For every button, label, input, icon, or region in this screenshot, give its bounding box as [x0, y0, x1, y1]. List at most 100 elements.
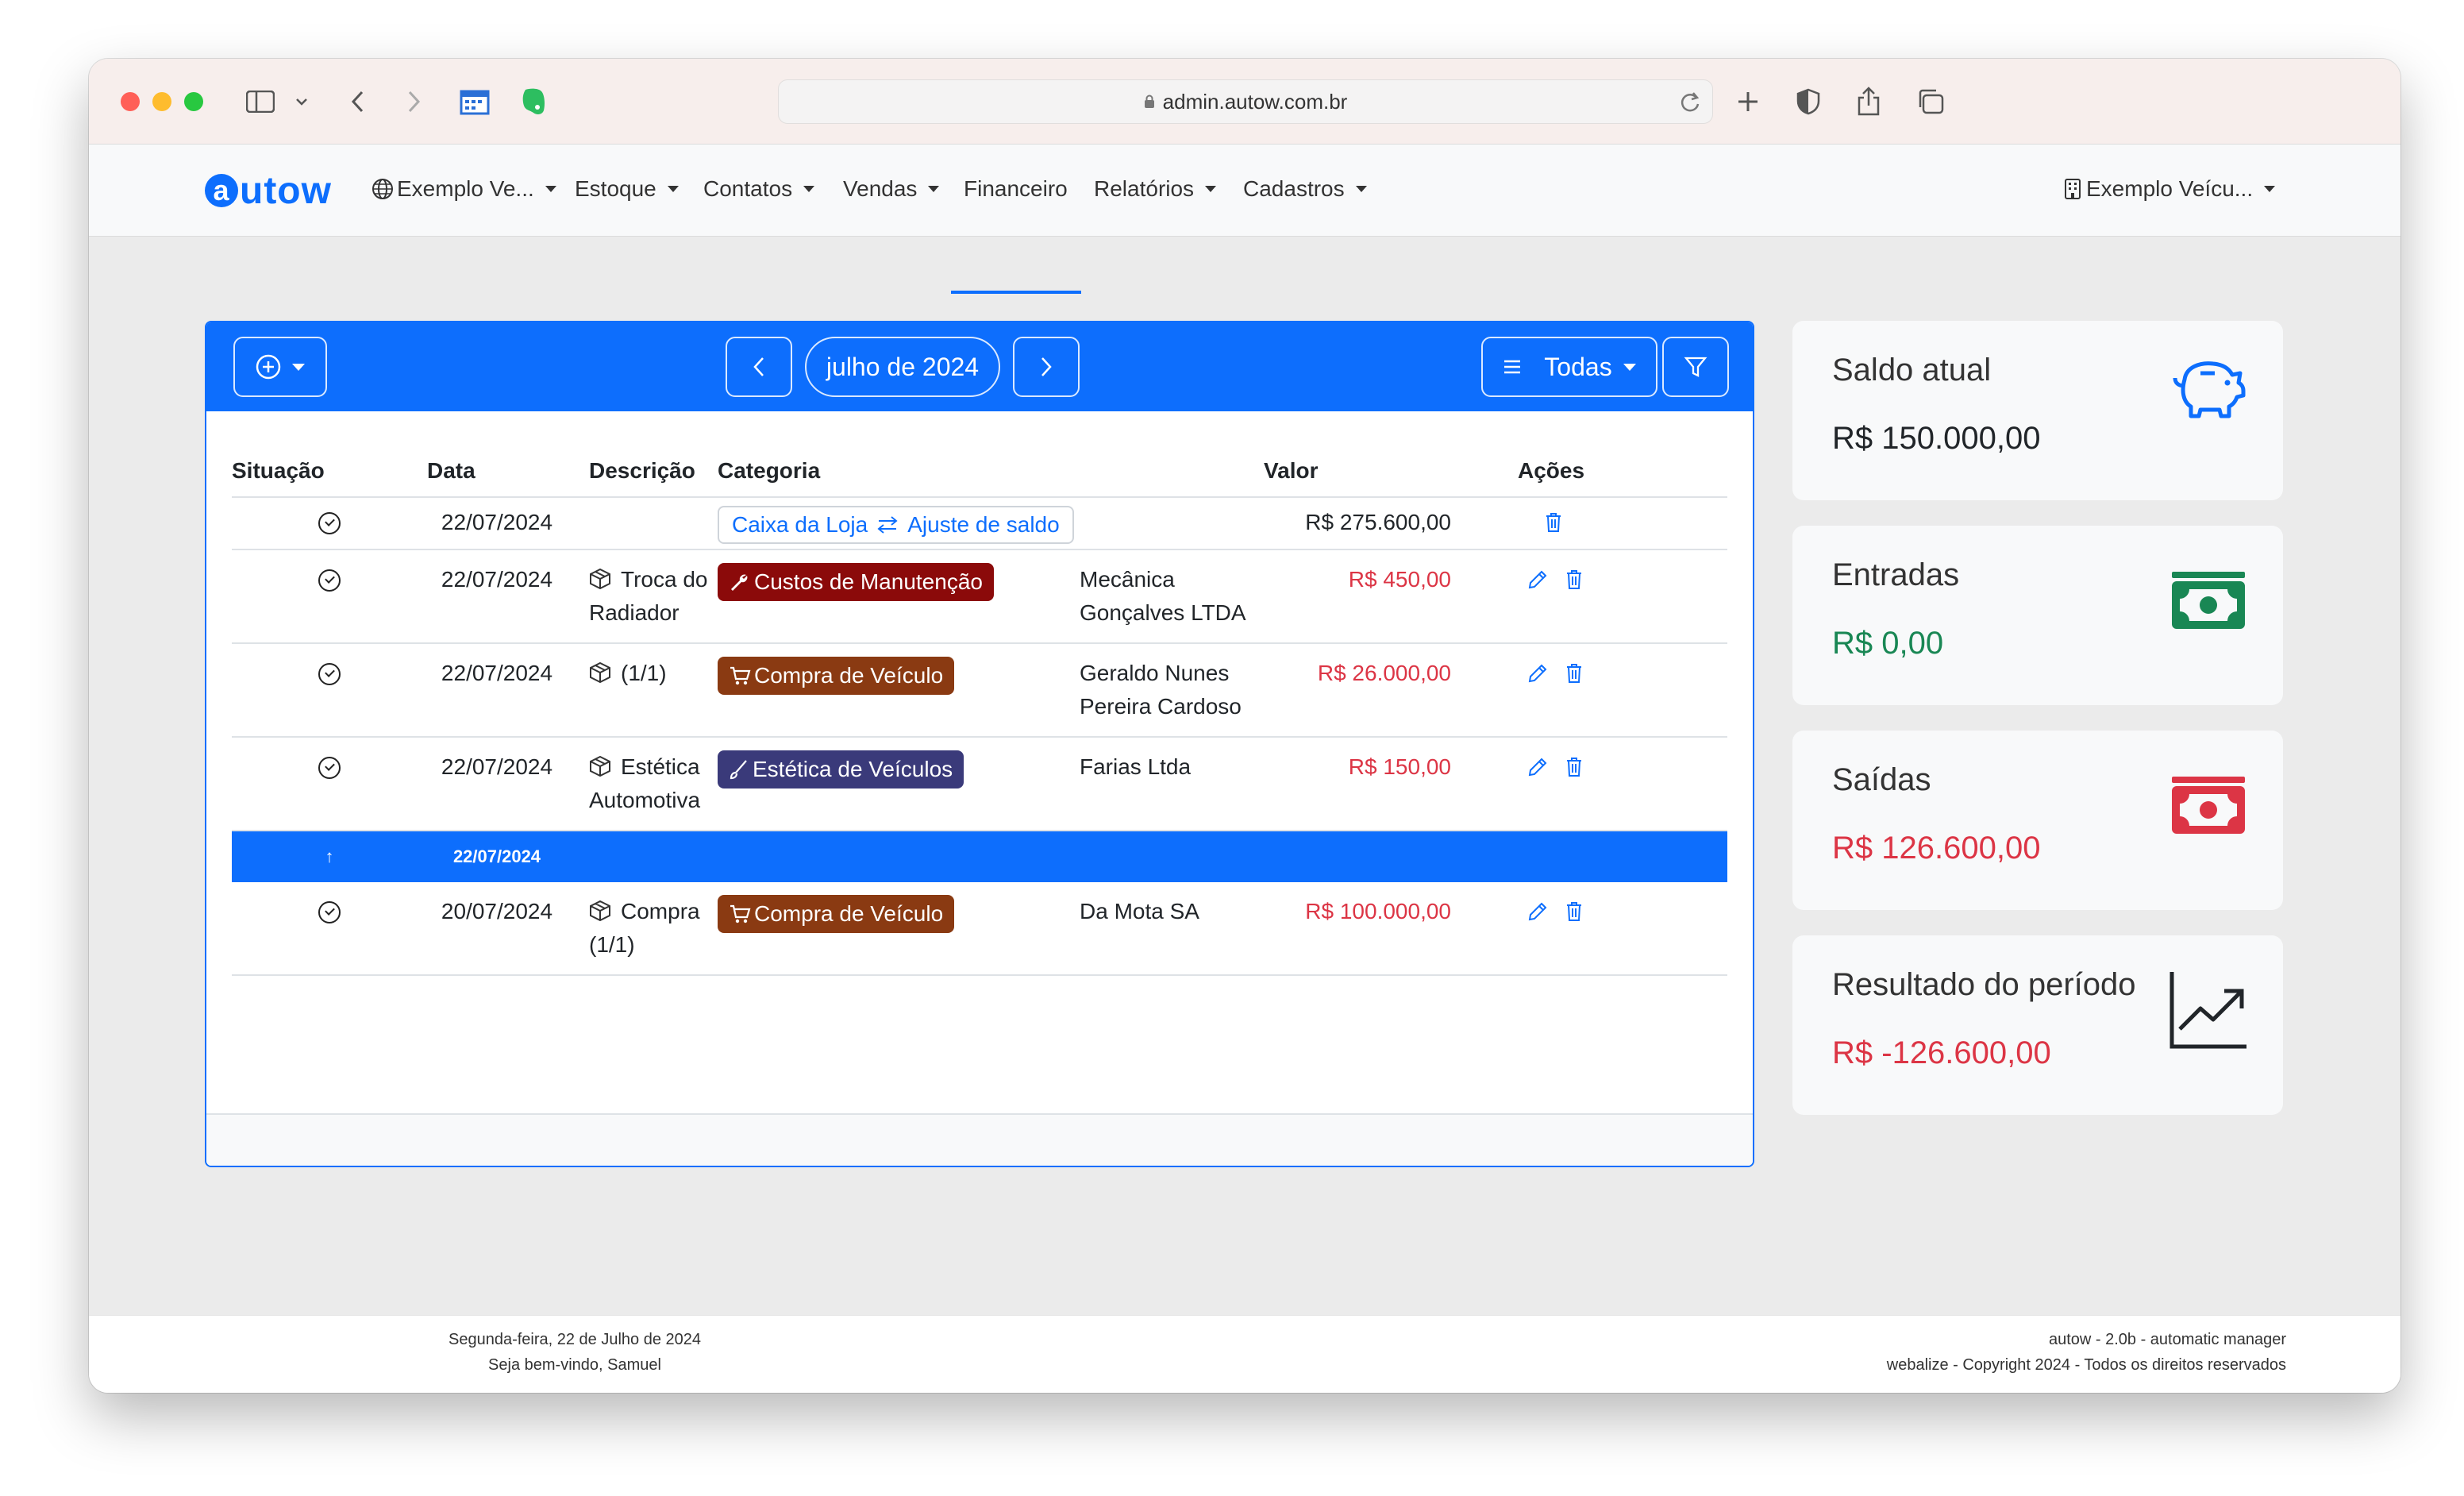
previous-month-button[interactable]: [726, 337, 792, 397]
minimize-window-button[interactable]: [152, 92, 171, 111]
box-icon: [590, 568, 610, 590]
autow-logo[interactable]: a utow: [205, 168, 332, 213]
stat-label: Entradas: [1832, 557, 1960, 592]
nav-vendas[interactable]: Vendas: [843, 173, 940, 205]
header-data[interactable]: Data: [427, 445, 567, 498]
table-row[interactable]: 20/07/2024 Compra (1/1) Compra de Veícul…: [232, 882, 1727, 976]
trash-icon[interactable]: [1545, 512, 1562, 533]
category-badge[interactable]: Estética de Veículos: [718, 750, 964, 788]
reload-icon[interactable]: [1679, 90, 1701, 114]
stat-value: R$ -126.600,00: [1832, 1035, 2051, 1070]
trash-icon[interactable]: [1565, 901, 1583, 922]
pencil-icon[interactable]: [1527, 757, 1548, 777]
nav-company-selector[interactable]: Exemplo Ve...: [372, 173, 556, 205]
header-descricao[interactable]: Descrição: [567, 445, 708, 498]
account-filter-dropdown[interactable]: Todas: [1481, 337, 1657, 397]
category-badge[interactable]: Compra de Veículo: [718, 895, 955, 933]
transactions-toolbar: julho de 2024 Todas: [206, 322, 1753, 411]
app-navbar: a utow Exemplo Ve... Estoque Contatos Ven…: [89, 145, 2400, 294]
nav-cadastros-label: Cadastros: [1243, 176, 1345, 201]
category-badge[interactable]: Compra de Veículo: [718, 657, 955, 695]
header-valor[interactable]: Valor: [1264, 445, 1451, 498]
account-menu[interactable]: Exemplo Veícu...: [2064, 173, 2276, 205]
maximize-window-button[interactable]: [184, 92, 203, 111]
back-arrow-icon[interactable]: [341, 86, 373, 118]
caret-down-icon: [1355, 186, 1367, 192]
table-row[interactable]: 22/07/2024 Troca do Radiador Custos de M…: [232, 549, 1727, 644]
pencil-icon[interactable]: [1527, 663, 1548, 684]
row-date: 22/07/2024: [427, 643, 567, 738]
stat-value: R$ 126.600,00: [1832, 831, 2041, 866]
footer-copyright: webalize - Copyright 2024 - Todos os dir…: [1886, 1356, 2286, 1374]
check-circle-icon[interactable]: [318, 663, 341, 685]
next-month-button[interactable]: [1013, 337, 1080, 397]
trash-icon[interactable]: [1565, 757, 1583, 777]
transfer-account-label: Caixa da Loja: [732, 512, 868, 537]
nav-cadastros[interactable]: Cadastros: [1243, 173, 1367, 205]
check-circle-icon[interactable]: [318, 757, 341, 779]
footer-version: autow - 2.0b - automatic manager: [2048, 1331, 2286, 1348]
brush-icon: [730, 760, 747, 780]
add-transaction-button[interactable]: [233, 337, 327, 397]
row-date: 22/07/2024: [427, 549, 567, 644]
piggy-bank-icon: [2173, 361, 2246, 418]
caret-down-icon: [1623, 363, 1636, 371]
caret-down-icon: [928, 186, 940, 192]
check-circle-icon[interactable]: [318, 901, 341, 923]
up-arrow-icon: ↑: [232, 831, 427, 882]
caret-down-icon: [545, 186, 556, 192]
page-footer: Segunda-feira, 22 de Julho de 2024 Seja …: [89, 1315, 2400, 1393]
nav-financeiro-label: Financeiro: [964, 176, 1068, 201]
account-label: Exemplo Veícu...: [2086, 176, 2254, 201]
new-tab-icon[interactable]: [1732, 86, 1764, 118]
row-contact: Mecânica Gonçalves LTDA: [1080, 549, 1264, 644]
row-description: (1/1): [621, 661, 667, 685]
header-situacao[interactable]: Situação: [232, 445, 427, 498]
list-icon: [1504, 360, 1521, 374]
nav-financeiro[interactable]: Financeiro: [964, 173, 1068, 205]
cash-icon: [2172, 777, 2245, 834]
transfer-badge[interactable]: Caixa da Loja Ajuste de saldo: [718, 506, 1074, 544]
address-bar[interactable]: admin.autow.com.br: [778, 79, 1713, 124]
cart-icon: [730, 904, 751, 923]
pencil-icon[interactable]: [1527, 901, 1548, 922]
evernote-icon[interactable]: [518, 86, 549, 118]
check-circle-icon[interactable]: [318, 569, 341, 592]
chevron-down-icon[interactable]: [286, 86, 318, 118]
saidas-card: Saídas R$ 126.600,00: [1792, 731, 2283, 910]
calendar-extension-icon[interactable]: [459, 86, 491, 118]
table-row[interactable]: 22/07/2024 (1/1) Compra de Veículo Geral…: [232, 643, 1727, 738]
row-value: R$ 275.600,00: [1264, 497, 1451, 550]
funnel-icon: [1684, 357, 1707, 377]
browser-window: admin.autow.com.br a utow Exemplo Ve... E…: [89, 59, 2400, 1393]
share-icon[interactable]: [1853, 86, 1885, 118]
table-row[interactable]: 22/07/2024 Estética Automotiva Estética …: [232, 737, 1727, 831]
nav-contatos[interactable]: Contatos: [703, 173, 815, 205]
row-value: R$ 150,00: [1264, 737, 1451, 831]
category-badge[interactable]: Custos de Manutenção: [718, 563, 994, 601]
table-row[interactable]: 22/07/2024 Caixa da Loja Ajuste de saldo…: [232, 497, 1727, 550]
close-window-button[interactable]: [121, 92, 140, 111]
box-icon: [590, 900, 610, 922]
nav-active-indicator: [951, 291, 1081, 294]
card-footer: [206, 1113, 1753, 1166]
trash-icon[interactable]: [1565, 663, 1583, 684]
row-value: R$ 450,00: [1264, 549, 1451, 644]
nav-vendas-label: Vendas: [843, 176, 918, 201]
tabs-overview-icon[interactable]: [1915, 86, 1946, 118]
forward-arrow-icon[interactable]: [398, 86, 430, 118]
header-categoria[interactable]: Categoria: [708, 445, 1080, 498]
trash-icon[interactable]: [1565, 569, 1583, 590]
building-icon: [2065, 179, 2081, 199]
caret-down-icon: [803, 186, 815, 192]
nav-estoque[interactable]: Estoque: [575, 173, 679, 205]
sidebar-toggle-icon[interactable]: [244, 86, 276, 118]
arrow-left-right-icon: [877, 516, 898, 534]
check-circle-icon[interactable]: [318, 512, 341, 534]
today-separator-row: ↑ 22/07/2024: [232, 831, 1727, 882]
pencil-icon[interactable]: [1527, 569, 1548, 590]
shield-icon[interactable]: [1792, 86, 1824, 118]
month-picker[interactable]: julho de 2024: [805, 337, 1000, 397]
nav-relatorios[interactable]: Relatórios: [1094, 173, 1217, 205]
filter-button[interactable]: [1662, 337, 1729, 397]
